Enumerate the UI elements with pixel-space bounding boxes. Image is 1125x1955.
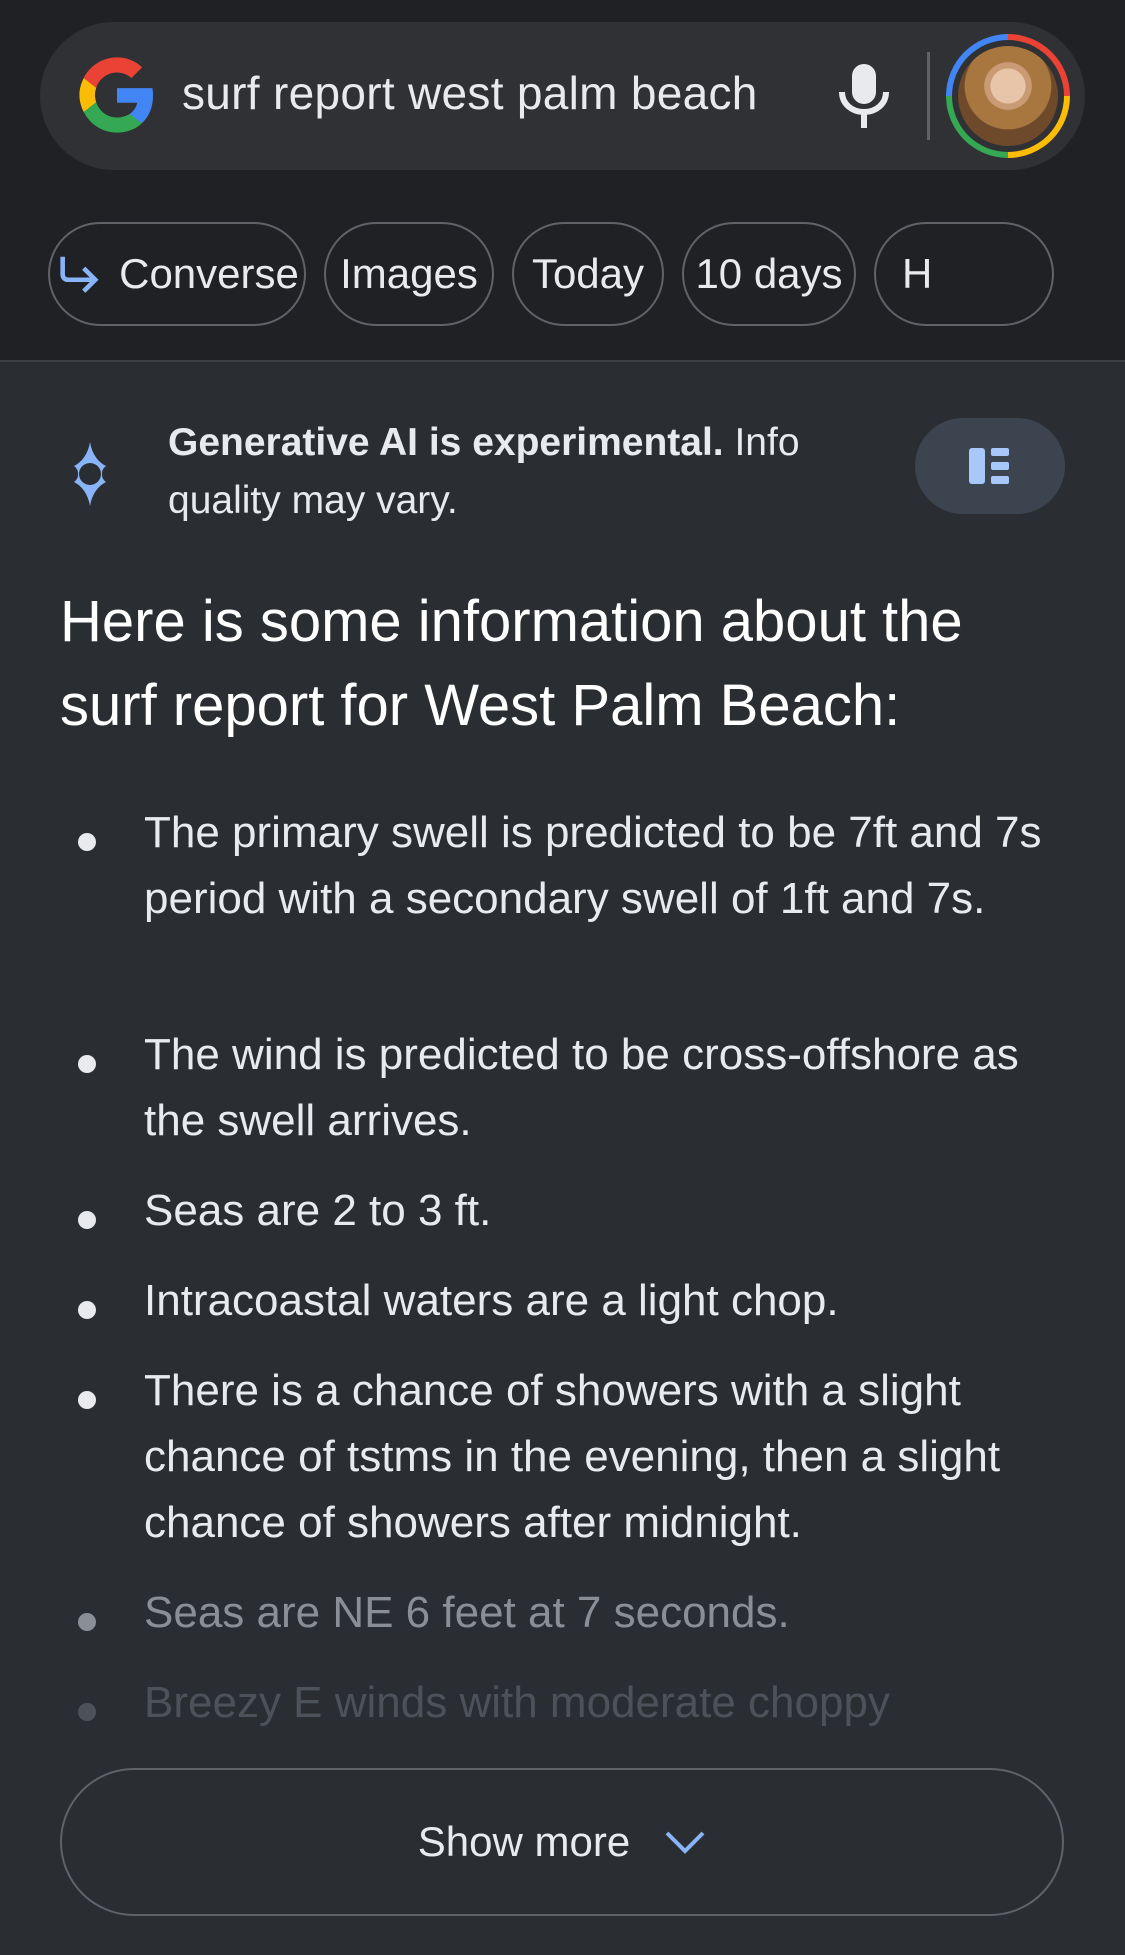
bullet-dot	[78, 1613, 96, 1631]
bullet-dot	[78, 1703, 96, 1721]
chip-converse[interactable]: Converse	[48, 222, 306, 326]
chip-label: 10 days	[695, 250, 843, 297]
bullet-text: Seas are 2 to 3 ft.	[144, 1186, 492, 1235]
bullet-text: Seas are NE 6 feet at 7 seconds.	[144, 1588, 790, 1637]
bullet-text: Breezy E winds with moderate choppy	[144, 1678, 890, 1727]
bullet-dot	[78, 1391, 96, 1409]
bullet-dot	[78, 1301, 96, 1319]
chip-partial[interactable]: H	[874, 222, 1054, 326]
avatar-ring-gap	[952, 40, 1064, 152]
show-more-button[interactable]: Show more	[60, 1768, 1064, 1916]
search-header: surf report west palm beach Converse Ima…	[0, 0, 1125, 362]
chip-today[interactable]: Today	[512, 222, 664, 326]
bullet-dot	[78, 1055, 96, 1073]
layout-toggle-button[interactable]	[915, 418, 1065, 514]
ai-summary-heading: Here is some information about the surf …	[60, 589, 963, 738]
chip-label: Images	[340, 250, 478, 297]
chip-10-days[interactable]: 10 days	[682, 222, 856, 326]
search-chips: Converse Images Today 10 days H	[48, 222, 1125, 330]
search-divider	[927, 52, 930, 140]
bullet-dot	[78, 833, 96, 851]
chip-label: H	[902, 250, 933, 297]
ai-experimental-notice: Generative AI is experimental. Info qual…	[168, 414, 888, 530]
chip-label: Today	[531, 250, 645, 297]
sparkle-icon	[74, 442, 106, 506]
bullet-text: The primary swell is predicted to be 7ft…	[144, 808, 1042, 923]
microphone-icon[interactable]	[832, 60, 896, 132]
bullet-text: There is a chance of showers with a slig…	[144, 1366, 1001, 1547]
show-more-label: Show more	[417, 1818, 631, 1865]
search-bar[interactable]: surf report west palm beach	[40, 22, 1085, 170]
ai-notice-bold: Generative AI is experimental.	[168, 421, 724, 464]
bullet-text: Intracoastal waters are a light chop.	[144, 1276, 839, 1325]
chip-label: Converse	[119, 250, 299, 297]
view-layout-icon	[969, 448, 1009, 484]
chevron-down-icon	[665, 1831, 705, 1854]
bullet-dot	[78, 1211, 96, 1229]
ai-notice: Generative AI is experimental. Info qual…	[0, 410, 1125, 530]
reply-arrow-icon	[60, 256, 99, 293]
google-logo-icon[interactable]	[76, 54, 158, 136]
avatar[interactable]	[946, 34, 1070, 158]
bullet-list: The primary swell is predicted to be 7ft…	[0, 800, 1125, 1730]
chip-images[interactable]: Images	[324, 222, 494, 326]
profile-photo	[958, 46, 1058, 146]
bullet-text: The wind is predicted to be cross-offsho…	[144, 1030, 1019, 1145]
search-query[interactable]: surf report west palm beach	[182, 66, 758, 120]
